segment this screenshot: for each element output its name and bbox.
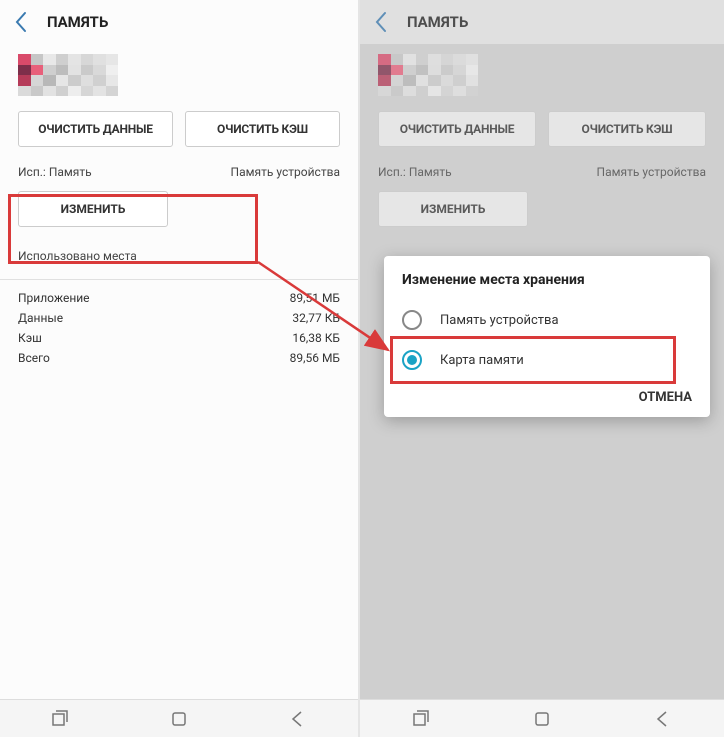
header: ПАМЯТЬ (0, 0, 358, 44)
page-title: ПАМЯТЬ (47, 13, 108, 31)
option-label: Карта памяти (440, 353, 524, 368)
cancel-button[interactable]: ОТМЕНА (639, 390, 692, 405)
used-space-label: Использовано места (0, 235, 358, 271)
data-row: Всего 89,56 МБ (18, 348, 340, 368)
storage-change-dialog: Изменение места хранения Память устройст… (384, 256, 710, 417)
change-button[interactable]: ИЗМЕНИТЬ (378, 191, 528, 227)
back-nav-icon[interactable] (653, 709, 673, 729)
storage-value: Память устройства (231, 165, 340, 179)
storage-breakdown: Приложение 89,51 МБ Данные 32,77 КБ Кэш 16,38… (0, 280, 358, 376)
row-label: Приложение (18, 291, 90, 305)
row-value: 16,38 КБ (292, 331, 340, 345)
row-value: 89,56 МБ (290, 351, 340, 365)
dialog-title: Изменение места хранения (384, 272, 710, 300)
app-icon (0, 44, 358, 101)
data-row: Приложение 89,51 МБ (18, 288, 340, 308)
storage-info-row: Исп.: Память Память устройства (360, 157, 724, 183)
row-label: Данные (18, 311, 63, 325)
recents-icon[interactable] (50, 709, 70, 729)
storage-info-row: Исп.: Память Память устройства (0, 157, 358, 183)
header: ПАМЯТЬ (360, 0, 724, 44)
button-row: ОЧИСТИТЬ ДАННЫЕ ОЧИСТИТЬ КЭШ (360, 101, 724, 157)
back-nav-icon[interactable] (288, 709, 308, 729)
storage-value: Память устройства (597, 165, 706, 179)
recents-icon[interactable] (411, 709, 431, 729)
used-label: Исп.: Память (378, 165, 452, 179)
clear-data-button[interactable]: ОЧИСТИТЬ ДАННЫЕ (378, 111, 536, 147)
back-icon[interactable] (10, 11, 32, 33)
row-value: 32,77 КБ (292, 311, 340, 325)
data-row: Данные 32,77 КБ (18, 308, 340, 328)
row-label: Всего (18, 351, 50, 365)
screen-left: ПАМЯТЬ ОЧИСТИТЬ ДАННЫЕ ОЧИСТИТЬ КЭШ Исп.… (0, 0, 360, 737)
clear-cache-button[interactable]: ОЧИСТИТЬ КЭШ (185, 111, 340, 147)
row-value: 89,51 МБ (290, 291, 340, 305)
change-button[interactable]: ИЗМЕНИТЬ (18, 191, 168, 227)
nav-bar (360, 699, 724, 737)
radio-checked-icon (402, 350, 422, 370)
button-row: ОЧИСТИТЬ ДАННЫЕ ОЧИСТИТЬ КЭШ (0, 101, 358, 157)
dialog-option-sdcard[interactable]: Карта памяти (384, 340, 710, 380)
home-icon[interactable] (532, 709, 552, 729)
app-icon (360, 44, 724, 101)
radio-unchecked-icon (402, 310, 422, 330)
nav-bar (0, 699, 358, 737)
back-icon[interactable] (370, 11, 392, 33)
page-title: ПАМЯТЬ (407, 13, 468, 31)
clear-cache-button[interactable]: ОЧИСТИТЬ КЭШ (548, 111, 706, 147)
clear-data-button[interactable]: ОЧИСТИТЬ ДАННЫЕ (18, 111, 173, 147)
screen-right: ПАМЯТЬ ОЧИСТИТЬ ДАННЫЕ ОЧИСТИТЬ КЭШ Исп.… (360, 0, 724, 737)
home-icon[interactable] (169, 709, 189, 729)
row-label: Кэш (18, 331, 42, 345)
option-label: Память устройства (440, 313, 559, 328)
data-row: Кэш 16,38 КБ (18, 328, 340, 348)
dialog-option-device[interactable]: Память устройства (384, 300, 710, 340)
used-label: Исп.: Память (18, 165, 92, 179)
